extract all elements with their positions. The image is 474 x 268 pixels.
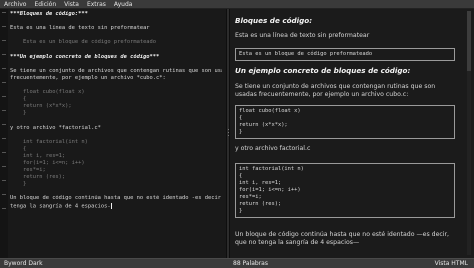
gutter-marker [2,152,6,153]
preview-paragraph-1: Esta es una línea de texto sin preformat… [235,32,370,39]
gutter-marker [2,180,6,181]
html-preview-pane: Bloques de código: Esta es una línea de … [230,9,474,258]
menu-bar: Archivo Edición Vista Extras Ayuda [0,0,474,9]
editor-line: return (res); [10,174,66,181]
divider-grip [228,129,229,130]
preview-heading-1: Bloques de código: [235,16,313,25]
gutter-marker [2,26,6,27]
editor-line: res*=i; [10,167,46,174]
menu-ayuda[interactable]: Ayuda [114,0,133,9]
preview-paragraph-2: Se tiene un conjunto de archivos que con… [235,83,436,98]
editor-line: Se tiene un conjunto de archivos que con… [10,67,222,74]
markdown-editor[interactable]: ***Bloques de código:*** Esta es una líne… [10,11,222,210]
menu-extras[interactable]: Extras [87,0,106,9]
editor-line: ***Un ejemplo concreto de bloques de cód… [10,53,160,60]
editor-pane[interactable]: ***Bloques de código:*** Esta es una líne… [0,9,226,258]
editor-line: Esta es una línea de texto sin preformat… [10,25,150,32]
editor-line: return (x*x*x); [10,103,72,110]
gutter-marker [2,110,6,111]
gutter-marker [2,40,6,41]
editor-line: frecuentemente, por ejemplo un archivo *… [10,74,166,81]
preview-paragraph-3: y otro archivo factorial.c [235,145,311,152]
preview-code-block-1: Esta es un bloque de código preformatead… [235,48,455,61]
word-count: 88 Palabras [233,260,268,267]
menu-archivo[interactable]: Archivo [4,0,26,9]
gutter-marker [2,138,6,139]
preview-code-3: int factorial(int n) { int i, res=1; for… [239,166,304,214]
gutter-marker [2,82,6,83]
editor-line: int factorial(int n) [10,138,88,145]
editor-line: float cubo(float x) [10,89,85,96]
line-gutter [0,9,8,258]
preview-code-block-2: float cubo(float x) { return (x*x*x); } [235,105,455,139]
gutter-marker [2,208,6,209]
preview-heading-2: Un ejemplo concreto de bloques de código… [235,66,411,75]
editor-line: int i, res=1; [10,152,66,159]
preview-code-2: float cubo(float x) { return (x*x*x); } [239,108,301,135]
text-cursor [110,202,112,209]
preview-scrollbar[interactable] [467,11,471,255]
editor-line: y otro archivo *factorial.c* [10,124,101,131]
editor-line: for(i=1; i<=n; i++) [10,159,85,166]
editor-line: { [10,96,27,103]
menu-edicion[interactable]: Edición [34,0,56,9]
theme-label[interactable]: Byword Dark [4,260,43,267]
preview-paragraph-4: Un bloque de código continúa hasta que n… [235,231,450,246]
preview-scrollbar-thumb[interactable] [467,11,471,71]
gutter-marker [2,68,6,69]
preview-code-1: Esta es un bloque de código preformatead… [239,51,373,57]
editor-line: { [10,145,27,152]
editor-line: } [10,181,27,188]
editor-line: Esta es un bloque de código preformatead… [10,39,157,46]
status-bar: Byword Dark 88 Palabras Vista HTML [0,258,474,268]
editor-line: } [10,110,27,117]
preview-code-block-3: int factorial(int n) { int i, res=1; for… [235,163,455,218]
gutter-marker [2,194,6,195]
view-mode-label[interactable]: Vista HTML [435,260,468,267]
gutter-marker [2,54,6,55]
divider-grip [228,132,229,133]
menu-vista[interactable]: Vista [64,0,79,9]
gutter-marker [2,12,6,13]
editor-line: Un bloque de código continúa hasta que n… [10,195,222,202]
gutter-marker [2,124,6,125]
divider-grip [228,135,229,136]
editor-line: tenga la sangría de 4 espacios- [10,202,112,210]
gutter-marker [2,166,6,167]
editor-line: ***Bloques de código:*** [10,11,88,17]
gutter-marker [2,96,6,97]
